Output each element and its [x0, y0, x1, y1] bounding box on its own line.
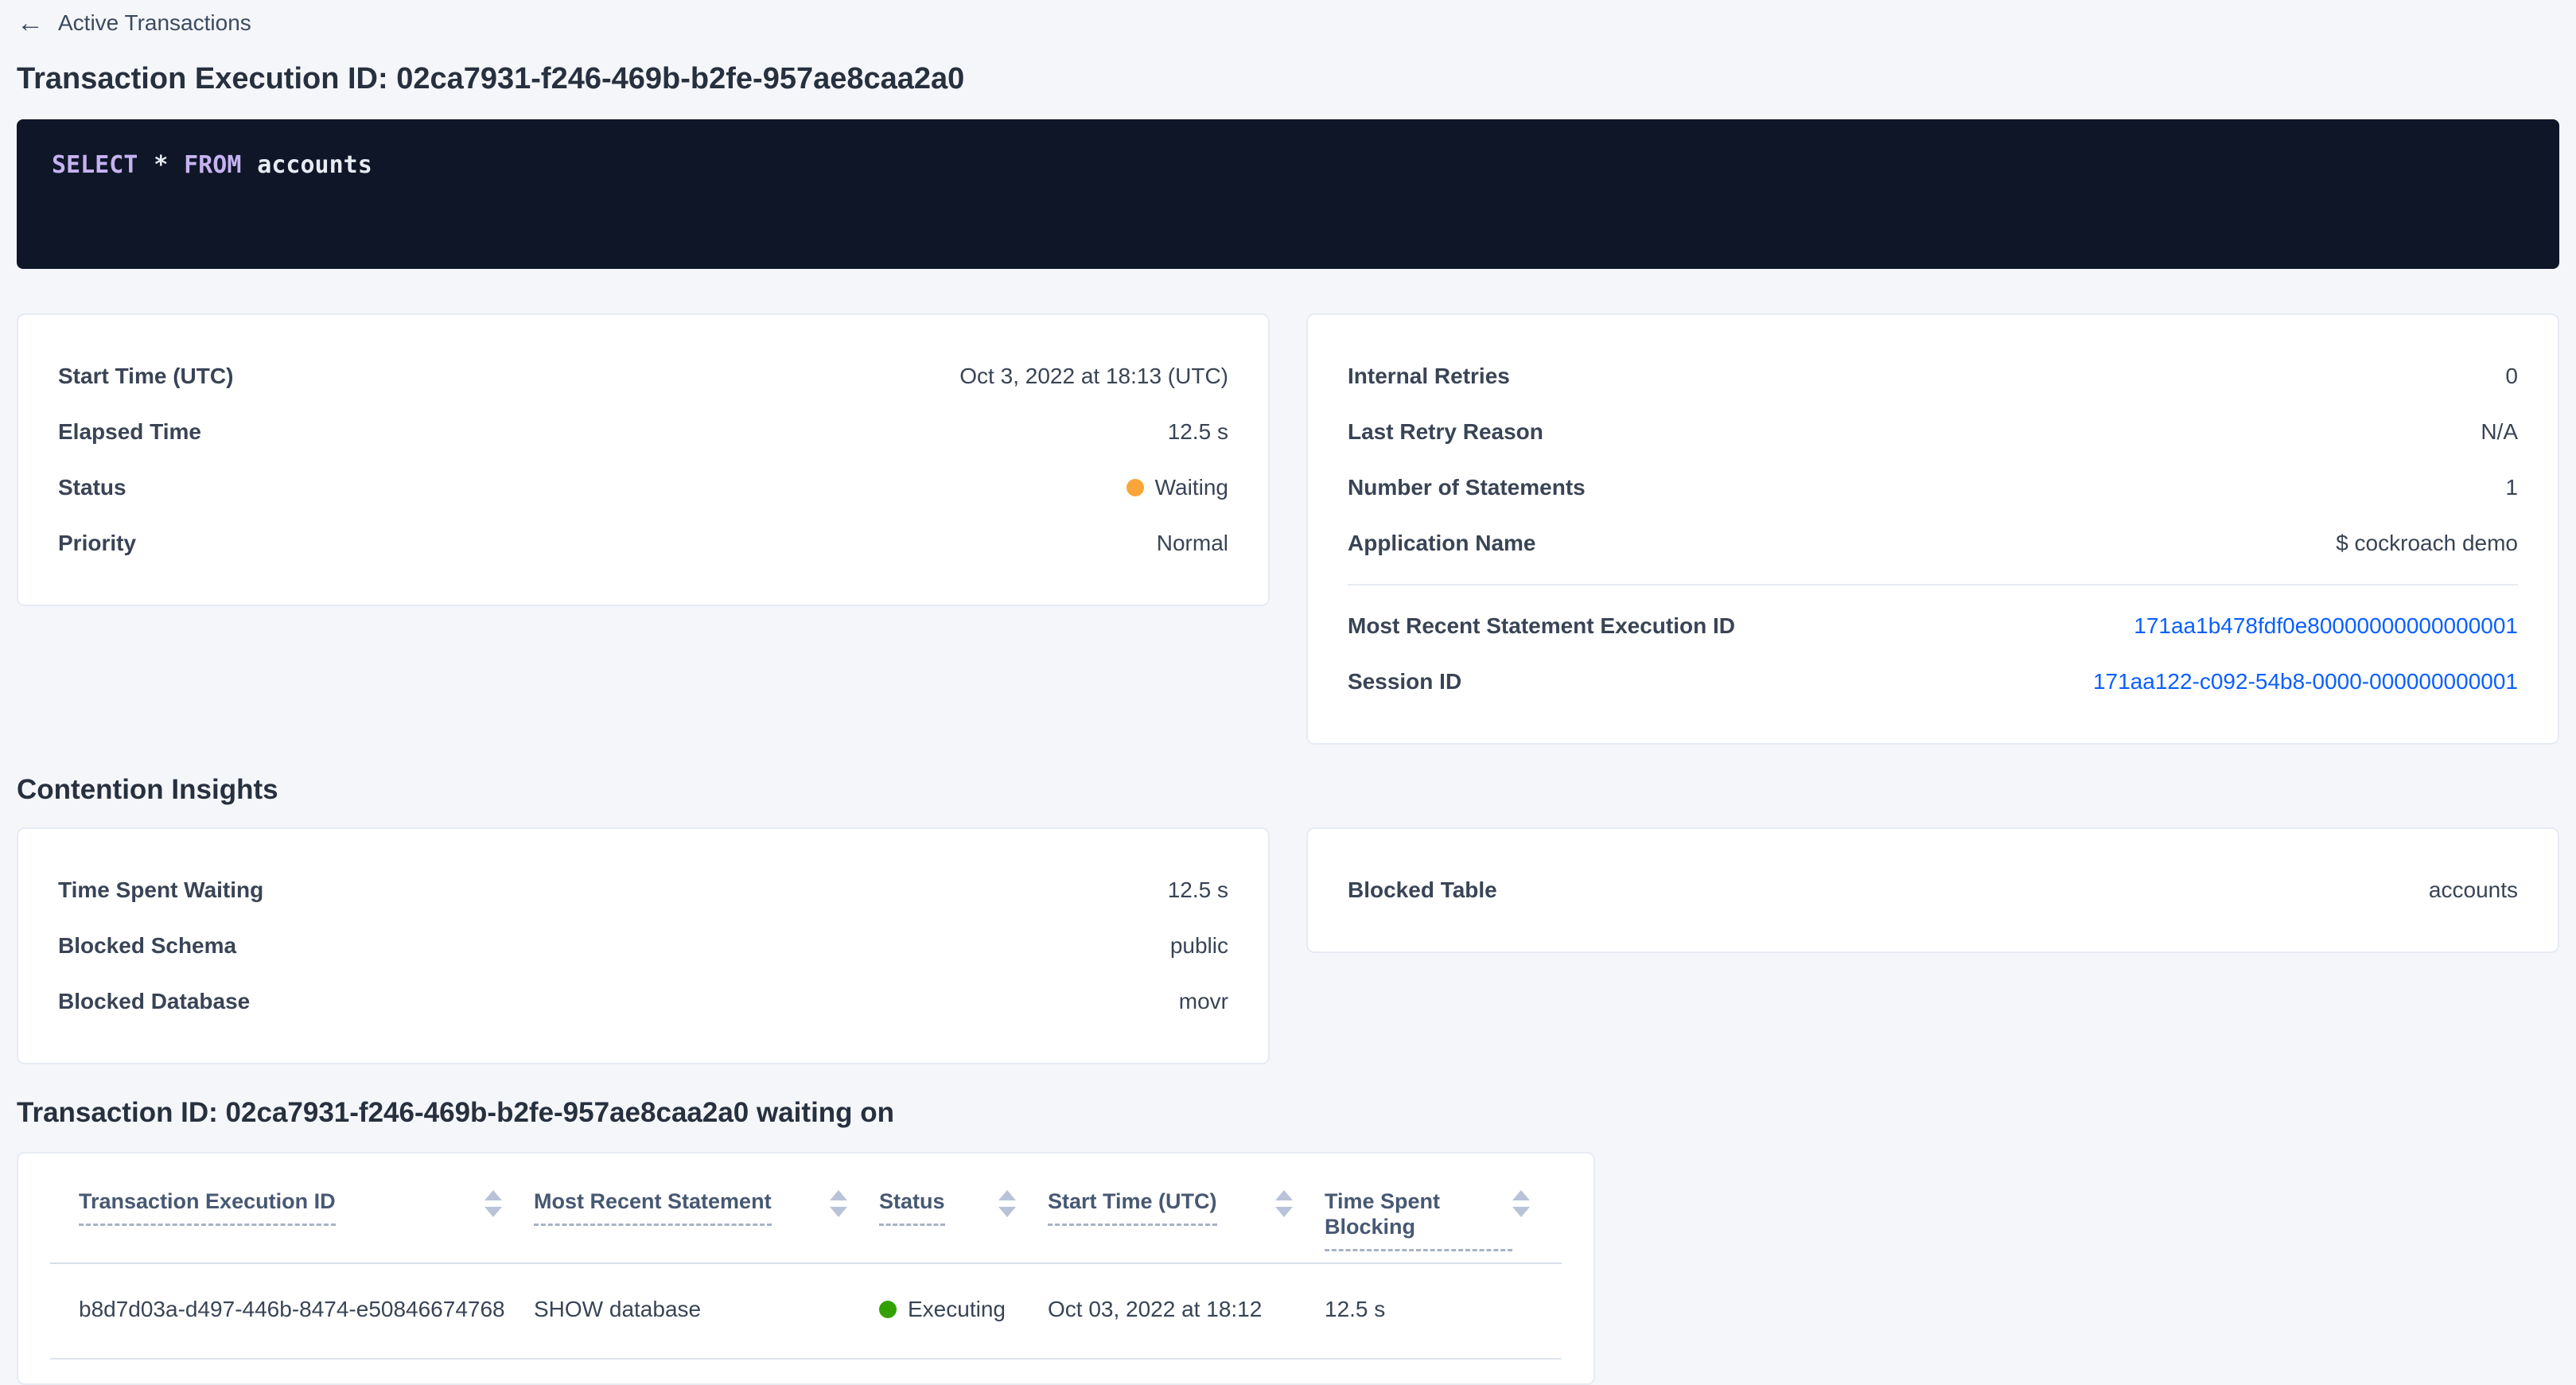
elapsed-time-value: 12.5 s — [1168, 418, 1228, 445]
elapsed-time-label: Elapsed Time — [58, 418, 201, 445]
sql-keyword-from: FROM — [184, 151, 241, 179]
blocked-database-value: movr — [1179, 988, 1228, 1015]
last-retry-reason-row: Last Retry Reason N/A — [1348, 404, 2518, 460]
internal-retries-label: Internal Retries — [1348, 363, 1510, 390]
priority-row: Priority Normal — [58, 515, 1228, 571]
sql-keyword-select: SELECT — [52, 151, 138, 179]
column-header-most-recent-statement[interactable]: Most Recent Statement — [534, 1189, 879, 1251]
status-row: Status Waiting — [58, 460, 1228, 515]
transaction-meta-card: Internal Retries 0 Last Retry Reason N/A… — [1306, 313, 2559, 745]
breadcrumb[interactable]: ← Active Transactions — [17, 0, 251, 37]
sql-query-box: SELECT * FROM accounts — [17, 119, 2559, 269]
row-status: Executing — [879, 1296, 1048, 1323]
priority-label: Priority — [58, 530, 136, 557]
status-executing-dot-icon — [879, 1301, 897, 1318]
row-time-spent-blocking: 12.5 s — [1325, 1296, 1562, 1323]
table-row: b8d7d03a-d497-446b-8474-e50846674768 SHO… — [50, 1264, 1562, 1360]
last-retry-reason-label: Last Retry Reason — [1348, 418, 1543, 445]
blocked-table-row: Blocked Table accounts — [1348, 862, 2518, 918]
time-spent-waiting-label: Time Spent Waiting — [58, 877, 263, 904]
column-header-time-spent-blocking[interactable]: Time Spent Blocking — [1325, 1189, 1562, 1251]
column-header-start-time[interactable]: Start Time (UTC) — [1048, 1189, 1325, 1251]
status-value: Waiting — [1127, 474, 1228, 501]
statement-execution-id-link[interactable]: 171aa1b478fdf0e80000000000000001 — [2134, 613, 2518, 640]
breadcrumb-label[interactable]: Active Transactions — [58, 10, 251, 37]
column-header-label: Start Time (UTC) — [1048, 1189, 1217, 1226]
priority-value: Normal — [1157, 530, 1228, 557]
status-text: Waiting — [1155, 474, 1228, 501]
time-spent-waiting-value: 12.5 s — [1168, 877, 1228, 904]
number-of-statements-row: Number of Statements 1 — [1348, 460, 2518, 515]
blocked-schema-row: Blocked Schema public — [58, 918, 1228, 974]
blocked-table-value: accounts — [2429, 877, 2518, 904]
sort-icon[interactable] — [1275, 1190, 1293, 1217]
start-time-row: Start Time (UTC) Oct 3, 2022 at 18:13 (U… — [58, 348, 1228, 404]
page-title: Transaction Execution ID: 02ca7931-f246-… — [17, 60, 2559, 97]
column-header-label: Transaction Execution ID — [79, 1189, 336, 1226]
application-name-value: $ cockroach demo — [2336, 530, 2518, 557]
row-start-time: Oct 03, 2022 at 18:12 — [1048, 1296, 1325, 1323]
number-of-statements-label: Number of Statements — [1348, 474, 1586, 501]
time-spent-waiting-row: Time Spent Waiting 12.5 s — [58, 862, 1228, 918]
column-header-label: Status — [879, 1189, 945, 1226]
blocked-schema-value: public — [1170, 932, 1228, 959]
transaction-summary-section: Start Time (UTC) Oct 3, 2022 at 18:13 (U… — [17, 313, 2559, 745]
sort-icon[interactable] — [1512, 1190, 1530, 1217]
transaction-details-card: Start Time (UTC) Oct 3, 2022 at 18:13 (U… — [17, 313, 1270, 606]
column-header-label: Time Spent Blocking — [1325, 1189, 1512, 1251]
application-name-row: Application Name $ cockroach demo — [1348, 515, 2518, 571]
application-name-label: Application Name — [1348, 530, 1535, 557]
elapsed-time-row: Elapsed Time 12.5 s — [58, 404, 1228, 460]
number-of-statements-value: 1 — [2505, 474, 2518, 501]
contention-details-card: Time Spent Waiting 12.5 s Blocked Schema… — [17, 827, 1270, 1064]
status-waiting-dot-icon — [1127, 479, 1144, 496]
internal-retries-row: Internal Retries 0 — [1348, 348, 2518, 404]
start-time-label: Start Time (UTC) — [58, 363, 233, 390]
blocked-database-row: Blocked Database movr — [58, 974, 1228, 1029]
session-id-row: Session ID 171aa122-c092-54b8-0000-00000… — [1348, 654, 2518, 710]
sql-statement: SELECT * FROM accounts — [52, 151, 2524, 179]
column-header-transaction-execution-id[interactable]: Transaction Execution ID — [50, 1189, 534, 1251]
session-id-label: Session ID — [1348, 668, 1461, 695]
blocked-database-label: Blocked Database — [58, 988, 250, 1015]
waiting-on-heading: Transaction ID: 02ca7931-f246-469b-b2fe-… — [17, 1096, 2559, 1130]
statement-execution-id-row: Most Recent Statement Execution ID 171aa… — [1348, 598, 2518, 654]
page: ← Active Transactions Transaction Execut… — [0, 0, 2576, 1385]
column-header-label: Most Recent Statement — [534, 1189, 772, 1226]
back-arrow-icon[interactable]: ← — [17, 10, 44, 37]
sql-table-name: accounts — [257, 151, 372, 179]
contention-insights-heading: Contention Insights — [17, 773, 2559, 807]
blocked-table-card: Blocked Table accounts — [1306, 827, 2559, 953]
row-status-text: Executing — [908, 1296, 1006, 1323]
sort-icon[interactable] — [998, 1190, 1016, 1217]
internal-retries-value: 0 — [2505, 363, 2518, 390]
start-time-value: Oct 3, 2022 at 18:13 (UTC) — [959, 363, 1228, 390]
column-header-status[interactable]: Status — [879, 1189, 1048, 1251]
sort-icon[interactable] — [830, 1190, 847, 1217]
blocked-schema-label: Blocked Schema — [58, 932, 236, 959]
row-transaction-execution-id: b8d7d03a-d497-446b-8474-e50846674768 — [50, 1296, 534, 1323]
statement-execution-id-label: Most Recent Statement Execution ID — [1348, 613, 1735, 640]
waiting-on-table-card: Transaction Execution ID Most Recent Sta… — [17, 1152, 1595, 1385]
session-id-link[interactable]: 171aa122-c092-54b8-0000-000000000001 — [2093, 668, 2518, 695]
sql-star-operator: * — [154, 151, 168, 179]
card-divider — [1348, 584, 2518, 586]
waiting-on-table-header: Transaction Execution ID Most Recent Sta… — [50, 1154, 1562, 1264]
contention-insights-section: Time Spent Waiting 12.5 s Blocked Schema… — [17, 827, 2559, 1064]
last-retry-reason-value: N/A — [2481, 418, 2518, 445]
sort-icon[interactable] — [484, 1190, 502, 1217]
blocked-table-label: Blocked Table — [1348, 877, 1497, 904]
status-label: Status — [58, 474, 126, 501]
row-most-recent-statement: SHOW database — [534, 1296, 879, 1323]
